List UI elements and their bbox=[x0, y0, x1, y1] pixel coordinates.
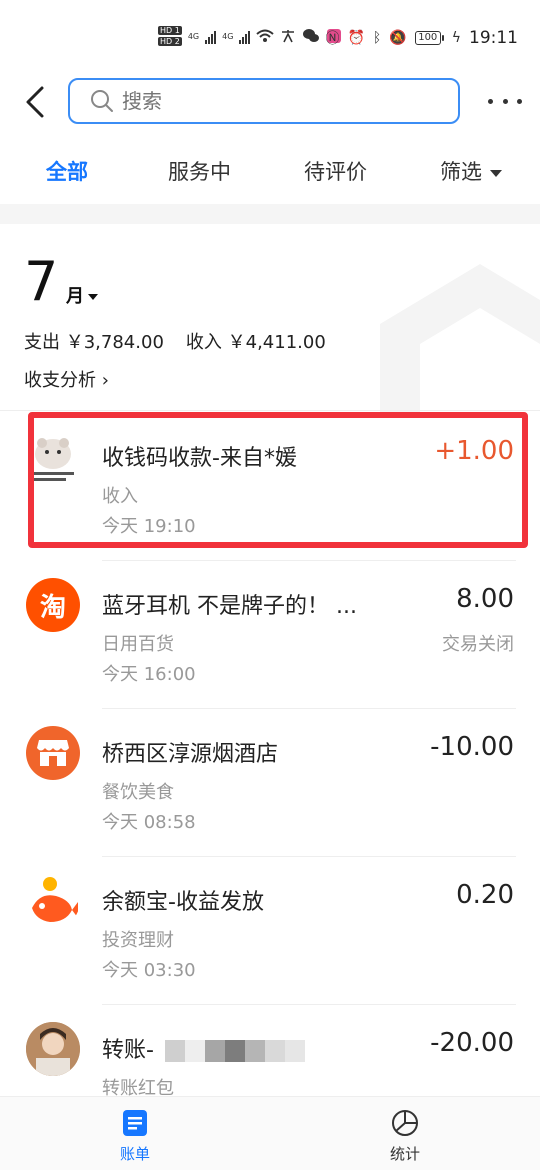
tab-filter[interactable]: 筛选 bbox=[440, 156, 502, 186]
search-box[interactable] bbox=[68, 78, 460, 124]
highlight-annotation bbox=[28, 412, 528, 548]
transaction-category: 日用百货 bbox=[102, 634, 174, 655]
caret-down-icon bbox=[490, 169, 502, 177]
bluetooth-icon: ᛒ bbox=[372, 30, 382, 46]
transaction-amount: 0.20 bbox=[456, 880, 514, 910]
nav-stats-label: 统计 bbox=[389, 1145, 420, 1163]
month-totals: 支出 ￥3,784.00 收入 ￥4,411.00 bbox=[24, 328, 326, 354]
chevron-left-icon bbox=[26, 86, 44, 118]
tab-in-service[interactable]: 服务中 bbox=[168, 156, 231, 186]
status-bar: HD 1 HD 2 4G 4G Ⓝ ⏰ ᛒ 🔕 100 ϟ 19:11 bbox=[0, 0, 540, 72]
taobao-icon: 淘 bbox=[26, 578, 80, 632]
transaction-row[interactable]: 淘 蓝牙耳机 不是牌子的！ ... 日用百货 今天 16:00 8.00 交易关… bbox=[0, 560, 540, 708]
more-options-button[interactable] bbox=[488, 86, 522, 116]
bill-icon bbox=[123, 1110, 147, 1136]
dot-icon bbox=[517, 98, 522, 104]
status-left-icons: HD 1 HD 2 4G 4G bbox=[158, 26, 342, 46]
battery-icon: 100 bbox=[414, 31, 444, 45]
analysis-link[interactable]: 收支分析 › bbox=[24, 366, 109, 392]
expense-total: 支出 ￥3,784.00 bbox=[24, 332, 164, 353]
row-divider bbox=[102, 1004, 516, 1005]
wifi-icon bbox=[256, 29, 275, 42]
transaction-row[interactable]: 桥西区淳源烟酒店 餐饮美食 今天 08:58 -10.00 bbox=[0, 708, 540, 856]
user-avatar-icon bbox=[26, 1022, 80, 1076]
redacted-name bbox=[164, 1040, 305, 1062]
month-summary: 7 月 支出 ￥3,784.00 收入 ￥4,411.00 收支分析 › bbox=[0, 224, 540, 412]
transaction-status: 交易关闭 bbox=[442, 634, 514, 655]
header bbox=[0, 72, 540, 136]
transaction-row[interactable]: 余额宝-收益发放 投资理财 今天 03:30 0.20 bbox=[0, 856, 540, 1004]
divider bbox=[0, 410, 540, 411]
search-icon bbox=[91, 90, 113, 112]
nav-stats[interactable]: 统计 bbox=[355, 1109, 455, 1164]
nav-bill-label: 账单 bbox=[119, 1145, 150, 1163]
alarm-icon: ⏰ bbox=[347, 30, 365, 46]
dot-icon bbox=[502, 98, 508, 104]
charging-icon: ϟ bbox=[451, 30, 461, 46]
transaction-amount: 8.00 bbox=[456, 584, 514, 614]
transaction-category: 投资理财 bbox=[102, 930, 174, 951]
transaction-title: 转账- bbox=[102, 1032, 305, 1064]
tab-all[interactable]: 全部 bbox=[46, 156, 88, 186]
nfc-icon: Ⓝ bbox=[325, 31, 340, 47]
tab-filter-label: 筛选 bbox=[440, 160, 482, 184]
row-divider bbox=[102, 708, 516, 709]
hd1-badge: HD 1 bbox=[158, 26, 182, 35]
month-unit: 月 bbox=[66, 282, 98, 308]
transaction-time: 今天 16:00 bbox=[102, 664, 196, 685]
row-divider bbox=[102, 560, 516, 561]
income-total: 收入 ￥4,411.00 bbox=[185, 332, 326, 353]
battery-level: 100 bbox=[414, 31, 441, 45]
transaction-time: 今天 08:58 bbox=[102, 812, 196, 833]
section-divider bbox=[0, 204, 540, 224]
transaction-title: 桥西区淳源烟酒店 bbox=[102, 742, 279, 767]
transaction-category: 餐饮美食 bbox=[102, 782, 174, 803]
translate-icon bbox=[282, 30, 295, 43]
search-input[interactable] bbox=[122, 89, 422, 113]
transaction-time: 今天 03:30 bbox=[102, 960, 196, 981]
transaction-title: 余额宝-收益发放 bbox=[102, 890, 264, 915]
transaction-amount: -10.00 bbox=[430, 732, 514, 762]
row-divider bbox=[102, 856, 516, 857]
clock: 19:11 bbox=[469, 28, 518, 48]
pie-chart-icon bbox=[392, 1110, 418, 1136]
transaction-amount: -20.00 bbox=[430, 1028, 514, 1058]
store-icon bbox=[26, 726, 80, 780]
nav-bill[interactable]: 账单 bbox=[85, 1109, 185, 1164]
transaction-title: 蓝牙耳机 不是牌子的！ ... bbox=[102, 594, 357, 619]
month-number: 7 bbox=[24, 250, 59, 313]
tab-to-review[interactable]: 待评价 bbox=[304, 156, 367, 186]
dot-icon bbox=[488, 98, 493, 104]
wechat-icon bbox=[303, 29, 320, 42]
caret-down-icon bbox=[88, 294, 98, 300]
network-type-1: 4G bbox=[187, 31, 200, 41]
network-type-2: 4G bbox=[222, 31, 234, 41]
signal-icon-2 bbox=[239, 28, 251, 44]
filter-tabs: 全部 服务中 待评价 筛选 bbox=[0, 148, 540, 198]
bottom-nav: 账单 统计 bbox=[0, 1096, 540, 1170]
back-button[interactable] bbox=[22, 82, 52, 122]
mute-icon: 🔕 bbox=[389, 30, 407, 46]
hd-indicators: HD 1 HD 2 bbox=[158, 26, 182, 46]
transaction-row[interactable]: 收钱码收款-来自*媛 收入 今天 19:10 +1.00 bbox=[0, 412, 540, 560]
yuebao-fish-icon bbox=[26, 874, 80, 928]
watermark-shape-icon bbox=[380, 264, 540, 412]
status-right-icons: Ⓝ ⏰ ᛒ 🔕 100 ϟ 19:11 bbox=[325, 28, 518, 48]
signal-icon-1 bbox=[205, 28, 217, 44]
hd2-badge: HD 2 bbox=[158, 37, 182, 46]
